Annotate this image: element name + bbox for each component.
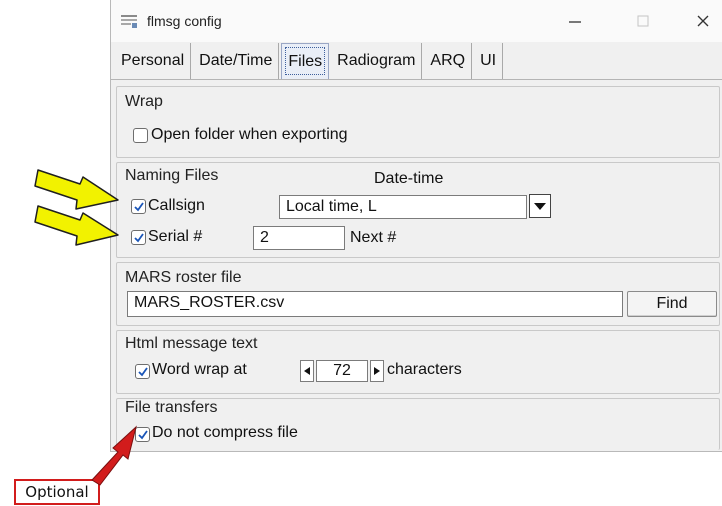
callsign-checkbox[interactable] (131, 199, 146, 214)
mars-roster-group: MARS roster file MARS_ROSTER.csv Find (116, 262, 720, 326)
naming-files-group: Naming Files Date-time Callsign Local ti… (116, 162, 720, 258)
datetime-select[interactable]: Local time, L (279, 195, 527, 219)
tab-files[interactable]: Files (281, 43, 330, 79)
close-button[interactable] (685, 6, 721, 36)
mars-roster-file-input[interactable]: MARS_ROSTER.csv (127, 291, 623, 317)
file-transfers-label: File transfers (125, 399, 218, 416)
title-bar: flmsg config (111, 0, 722, 42)
html-message-group: Html message text Word wrap at 72 charac… (116, 330, 720, 394)
tab-personal[interactable]: Personal (115, 43, 192, 79)
maximize-icon (637, 15, 649, 27)
datetime-dropdown-button[interactable] (529, 194, 551, 218)
wrap-group-label: Wrap (125, 93, 163, 110)
open-folder-checkbox[interactable] (133, 128, 148, 143)
checkmark-icon (137, 366, 148, 376)
tab-ui[interactable]: UI (474, 43, 504, 79)
datetime-label: Date-time (374, 170, 444, 187)
minimize-icon (569, 21, 581, 23)
tab-datetime[interactable]: Date/Time (193, 43, 280, 79)
html-message-label: Html message text (125, 335, 258, 352)
minimize-button[interactable] (557, 6, 593, 36)
file-transfers-group: File transfers Do not compress file (116, 398, 720, 450)
triangle-left-icon (304, 367, 310, 375)
serial-label: Serial # (148, 228, 203, 245)
find-button[interactable]: Find (627, 291, 717, 317)
yellow-arrow-serial (34, 205, 119, 246)
tab-bar: Personal Date/Time Files Radiogram ARQ U… (115, 43, 505, 79)
characters-label: characters (387, 361, 462, 378)
checkmark-icon (133, 201, 144, 211)
chevron-down-icon (534, 203, 546, 210)
wrap-group: Wrap Open folder when exporting (116, 86, 720, 158)
optional-annotation-label: Optional (14, 479, 100, 505)
mars-roster-label: MARS roster file (125, 269, 242, 286)
tab-arq[interactable]: ARQ (424, 43, 473, 79)
wrap-increment-button[interactable] (370, 360, 384, 382)
wrap-column-input[interactable]: 72 (316, 360, 368, 382)
word-wrap-label: Word wrap at (152, 361, 247, 378)
maximize-button[interactable] (625, 6, 661, 36)
tab-radiogram[interactable]: Radiogram (331, 43, 423, 79)
no-compress-checkbox[interactable] (135, 427, 150, 442)
yellow-arrow-callsign (34, 169, 119, 210)
no-compress-label: Do not compress file (152, 424, 298, 441)
open-folder-label: Open folder when exporting (151, 126, 348, 143)
next-number-label: Next # (350, 229, 397, 246)
tab-divider (111, 79, 722, 80)
close-icon (697, 15, 709, 27)
config-window: flmsg config Personal Date/Time Files Ra… (110, 0, 722, 452)
checkmark-icon (137, 429, 148, 439)
window-title: flmsg config (147, 13, 222, 29)
serial-checkbox[interactable] (131, 230, 146, 245)
checkmark-icon (133, 232, 144, 242)
callsign-label: Callsign (148, 197, 205, 214)
wrap-decrement-button[interactable] (300, 360, 314, 382)
flmsg-app-icon (120, 13, 138, 29)
triangle-right-icon (374, 367, 380, 375)
word-wrap-checkbox[interactable] (135, 364, 150, 379)
serial-number-input[interactable]: 2 (253, 226, 345, 250)
naming-files-label: Naming Files (125, 167, 219, 184)
